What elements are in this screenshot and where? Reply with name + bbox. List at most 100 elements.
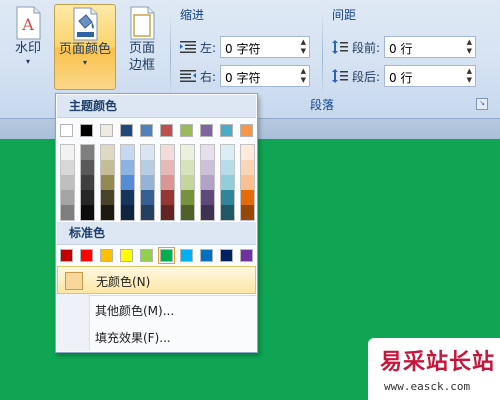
spin-arrows-icon[interactable]: ▲ ▼ bbox=[467, 38, 472, 56]
theme-tint-swatch[interactable] bbox=[61, 175, 74, 190]
standard-color-swatch[interactable] bbox=[240, 249, 253, 262]
theme-tint-swatch[interactable] bbox=[161, 160, 174, 175]
theme-tint-swatch[interactable] bbox=[161, 145, 174, 160]
space-before-label: 段前: bbox=[352, 40, 381, 55]
theme-tint-swatch[interactable] bbox=[61, 190, 74, 205]
theme-tint-swatch[interactable] bbox=[241, 190, 254, 205]
theme-tint-swatch[interactable] bbox=[181, 205, 194, 220]
standard-colors-header: 标准色 bbox=[57, 222, 256, 245]
theme-color-swatch[interactable] bbox=[200, 124, 213, 137]
theme-tint-column bbox=[220, 144, 235, 221]
dialog-launcher-icon[interactable]: ↘ bbox=[476, 98, 488, 110]
standard-color-swatch[interactable] bbox=[180, 249, 193, 262]
theme-color-swatch[interactable] bbox=[80, 124, 93, 137]
theme-tint-swatch[interactable] bbox=[141, 175, 154, 190]
theme-tint-swatch[interactable] bbox=[201, 205, 214, 220]
space-after-icon bbox=[332, 69, 348, 83]
space-after-field[interactable]: 0 行 ▲ ▼ bbox=[384, 65, 477, 87]
theme-tint-swatch[interactable] bbox=[221, 190, 234, 205]
standard-color-swatch[interactable] bbox=[100, 249, 113, 262]
more-colors-item[interactable]: 其他颜色(M)... bbox=[57, 296, 256, 324]
fill-effects-item[interactable]: 填充效果(F)... bbox=[57, 323, 256, 351]
theme-tint-swatch[interactable] bbox=[121, 205, 134, 220]
spin-arrows-icon[interactable]: ▲ ▼ bbox=[301, 67, 306, 85]
theme-tint-swatch[interactable] bbox=[101, 205, 114, 220]
theme-tint-swatch[interactable] bbox=[121, 190, 134, 205]
theme-tint-swatch[interactable] bbox=[141, 160, 154, 175]
theme-tint-swatch[interactable] bbox=[81, 175, 94, 190]
theme-tint-swatch[interactable] bbox=[141, 205, 154, 220]
theme-tint-swatch[interactable] bbox=[241, 175, 254, 190]
left-indent-row: 左: 0 字符 ▲ ▼ bbox=[180, 35, 311, 59]
theme-color-swatch[interactable] bbox=[180, 124, 193, 137]
theme-tint-swatch[interactable] bbox=[201, 190, 214, 205]
theme-tint-swatch[interactable] bbox=[161, 190, 174, 205]
theme-tint-swatch[interactable] bbox=[181, 145, 194, 160]
theme-tint-swatch[interactable] bbox=[101, 190, 114, 205]
theme-color-swatch[interactable] bbox=[120, 124, 133, 137]
left-indent-field[interactable]: 0 字符 ▲ ▼ bbox=[220, 36, 311, 58]
theme-tint-swatch[interactable] bbox=[61, 205, 74, 220]
theme-tint-swatch[interactable] bbox=[201, 175, 214, 190]
theme-tint-swatch[interactable] bbox=[101, 175, 114, 190]
page-color-button[interactable]: 页面颜色 ▾ bbox=[54, 4, 116, 90]
standard-color-swatch[interactable] bbox=[80, 249, 93, 262]
theme-color-swatch[interactable] bbox=[160, 124, 173, 137]
theme-color-swatch[interactable] bbox=[60, 124, 73, 137]
more-colors-label: 其他颜色(M)... bbox=[95, 304, 175, 318]
space-before-field[interactable]: 0 行 ▲ ▼ bbox=[384, 36, 477, 58]
theme-color-swatch[interactable] bbox=[240, 124, 253, 137]
standard-color-swatch[interactable] bbox=[60, 249, 73, 262]
theme-tint-swatch[interactable] bbox=[181, 175, 194, 190]
theme-tint-swatch[interactable] bbox=[101, 160, 114, 175]
theme-tint-swatch[interactable] bbox=[61, 160, 74, 175]
right-indent-field[interactable]: 0 字符 ▲ ▼ bbox=[220, 65, 311, 87]
theme-color-swatch[interactable] bbox=[140, 124, 153, 137]
theme-tint-swatch[interactable] bbox=[181, 160, 194, 175]
theme-tint-swatch[interactable] bbox=[241, 145, 254, 160]
standard-color-swatch[interactable] bbox=[158, 247, 175, 264]
theme-tint-swatch[interactable] bbox=[221, 175, 234, 190]
theme-tint-swatch[interactable] bbox=[201, 145, 214, 160]
theme-tint-swatch[interactable] bbox=[221, 205, 234, 220]
theme-color-swatch[interactable] bbox=[220, 124, 233, 137]
space-after-row: 段后: 0 行 ▲ ▼ bbox=[332, 64, 477, 88]
theme-tint-swatch[interactable] bbox=[201, 160, 214, 175]
watermark-button[interactable]: A 水印 ▾ bbox=[6, 4, 50, 90]
theme-tint-swatch[interactable] bbox=[161, 175, 174, 190]
theme-tint-swatch[interactable] bbox=[81, 145, 94, 160]
theme-tint-swatch[interactable] bbox=[81, 160, 94, 175]
page-border-button[interactable]: 页面 边框 bbox=[120, 4, 164, 90]
standard-color-swatch[interactable] bbox=[220, 249, 233, 262]
theme-tint-swatch[interactable] bbox=[121, 145, 134, 160]
theme-tint-swatch[interactable] bbox=[161, 205, 174, 220]
standard-color-swatch[interactable] bbox=[120, 249, 133, 262]
theme-tint-swatch[interactable] bbox=[61, 145, 74, 160]
indent-right-icon bbox=[180, 69, 196, 83]
theme-tint-swatch[interactable] bbox=[121, 160, 134, 175]
fill-effects-label: 填充效果(F)... bbox=[95, 331, 171, 345]
standard-color-swatch[interactable] bbox=[200, 249, 213, 262]
theme-tint-column bbox=[200, 144, 215, 221]
theme-tint-swatch[interactable] bbox=[81, 205, 94, 220]
no-color-item[interactable]: 无颜色(N) bbox=[57, 266, 256, 294]
spacing-title: 间距 bbox=[332, 8, 357, 22]
space-after-value: 0 行 bbox=[389, 71, 413, 85]
theme-tint-swatch[interactable] bbox=[101, 145, 114, 160]
theme-tint-swatch[interactable] bbox=[221, 160, 234, 175]
theme-tint-swatch[interactable] bbox=[141, 190, 154, 205]
spin-arrows-icon[interactable]: ▲ ▼ bbox=[467, 67, 472, 85]
theme-tint-column bbox=[80, 144, 95, 221]
spin-arrows-icon[interactable]: ▲ ▼ bbox=[301, 38, 306, 56]
theme-color-swatch[interactable] bbox=[100, 124, 113, 137]
standard-color-swatch[interactable] bbox=[140, 249, 153, 262]
theme-tint-swatch[interactable] bbox=[121, 175, 134, 190]
theme-tint-swatch[interactable] bbox=[241, 160, 254, 175]
theme-tint-swatch[interactable] bbox=[141, 145, 154, 160]
chevron-down-icon: ▾ bbox=[25, 57, 30, 66]
theme-tint-swatch[interactable] bbox=[81, 190, 94, 205]
indent-title: 缩进 bbox=[180, 8, 205, 22]
theme-tint-swatch[interactable] bbox=[181, 190, 194, 205]
theme-tint-swatch[interactable] bbox=[221, 145, 234, 160]
theme-tint-swatch[interactable] bbox=[241, 205, 254, 220]
